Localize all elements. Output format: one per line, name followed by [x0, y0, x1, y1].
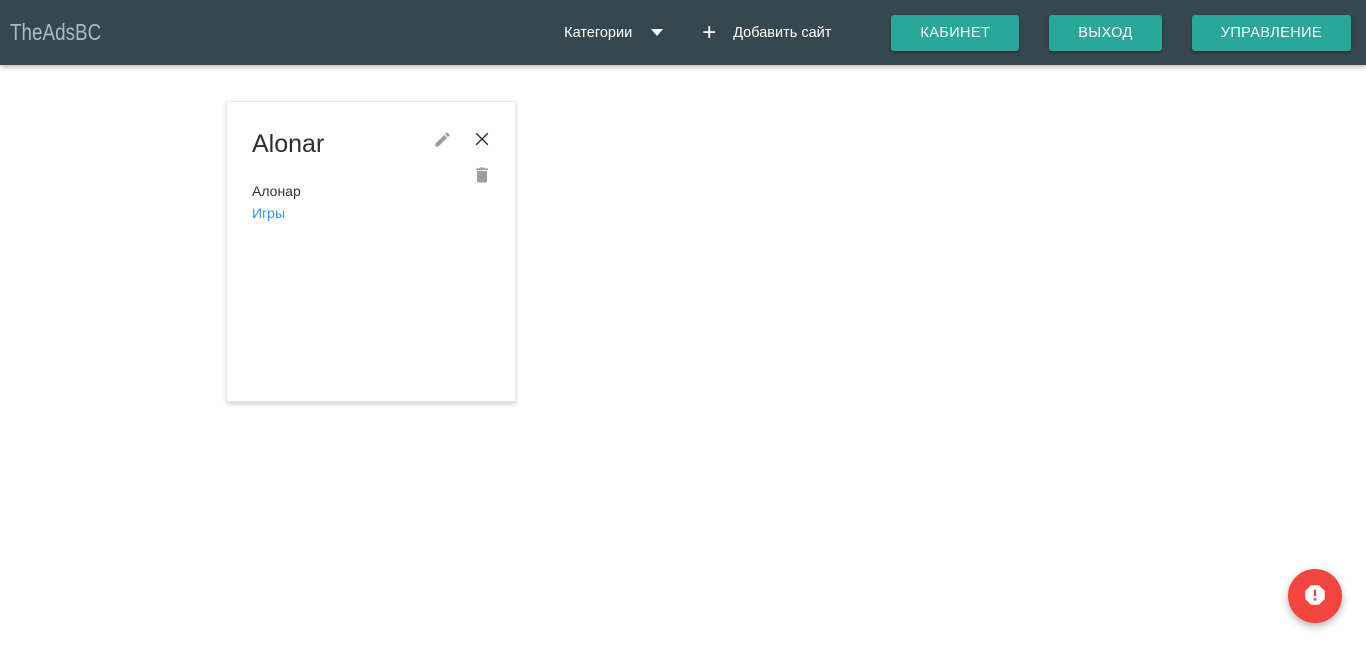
delete-button[interactable] — [469, 163, 495, 189]
top-navbar: TheAdsBC Категории + Добавить сайт КАБИН… — [0, 0, 1366, 65]
add-site-label: Добавить сайт — [733, 25, 831, 41]
close-icon — [472, 129, 492, 152]
navbar-actions: Категории + Добавить сайт КАБИНЕТ ВЫХОД … — [564, 15, 1351, 51]
close-button[interactable] — [469, 127, 495, 153]
edit-button[interactable] — [429, 128, 455, 154]
add-site-button[interactable]: + Добавить сайт — [702, 21, 831, 45]
cabinet-button[interactable]: КАБИНЕТ — [891, 15, 1019, 51]
site-name: Алонар — [252, 183, 301, 199]
app-screen: TheAdsBC Категории + Добавить сайт КАБИН… — [0, 0, 1366, 647]
plus-icon: + — [702, 21, 716, 45]
trash-icon — [472, 165, 492, 188]
categories-dropdown-label: Категории — [564, 25, 632, 41]
site-card: Alonar Алонар Игры — [226, 101, 516, 402]
logout-button[interactable]: ВЫХОД — [1049, 15, 1161, 51]
site-category-link[interactable]: Игры — [252, 205, 285, 221]
report-icon — [1302, 582, 1328, 611]
categories-dropdown[interactable]: Категории — [564, 25, 663, 41]
chevron-down-icon — [651, 29, 663, 36]
app-logo[interactable]: TheAdsBC — [10, 19, 101, 46]
management-button[interactable]: УПРАВЛЕНИЕ — [1192, 15, 1351, 51]
report-fab-button[interactable] — [1288, 569, 1342, 623]
pencil-icon — [433, 130, 452, 152]
site-card-title: Alonar — [252, 130, 324, 159]
